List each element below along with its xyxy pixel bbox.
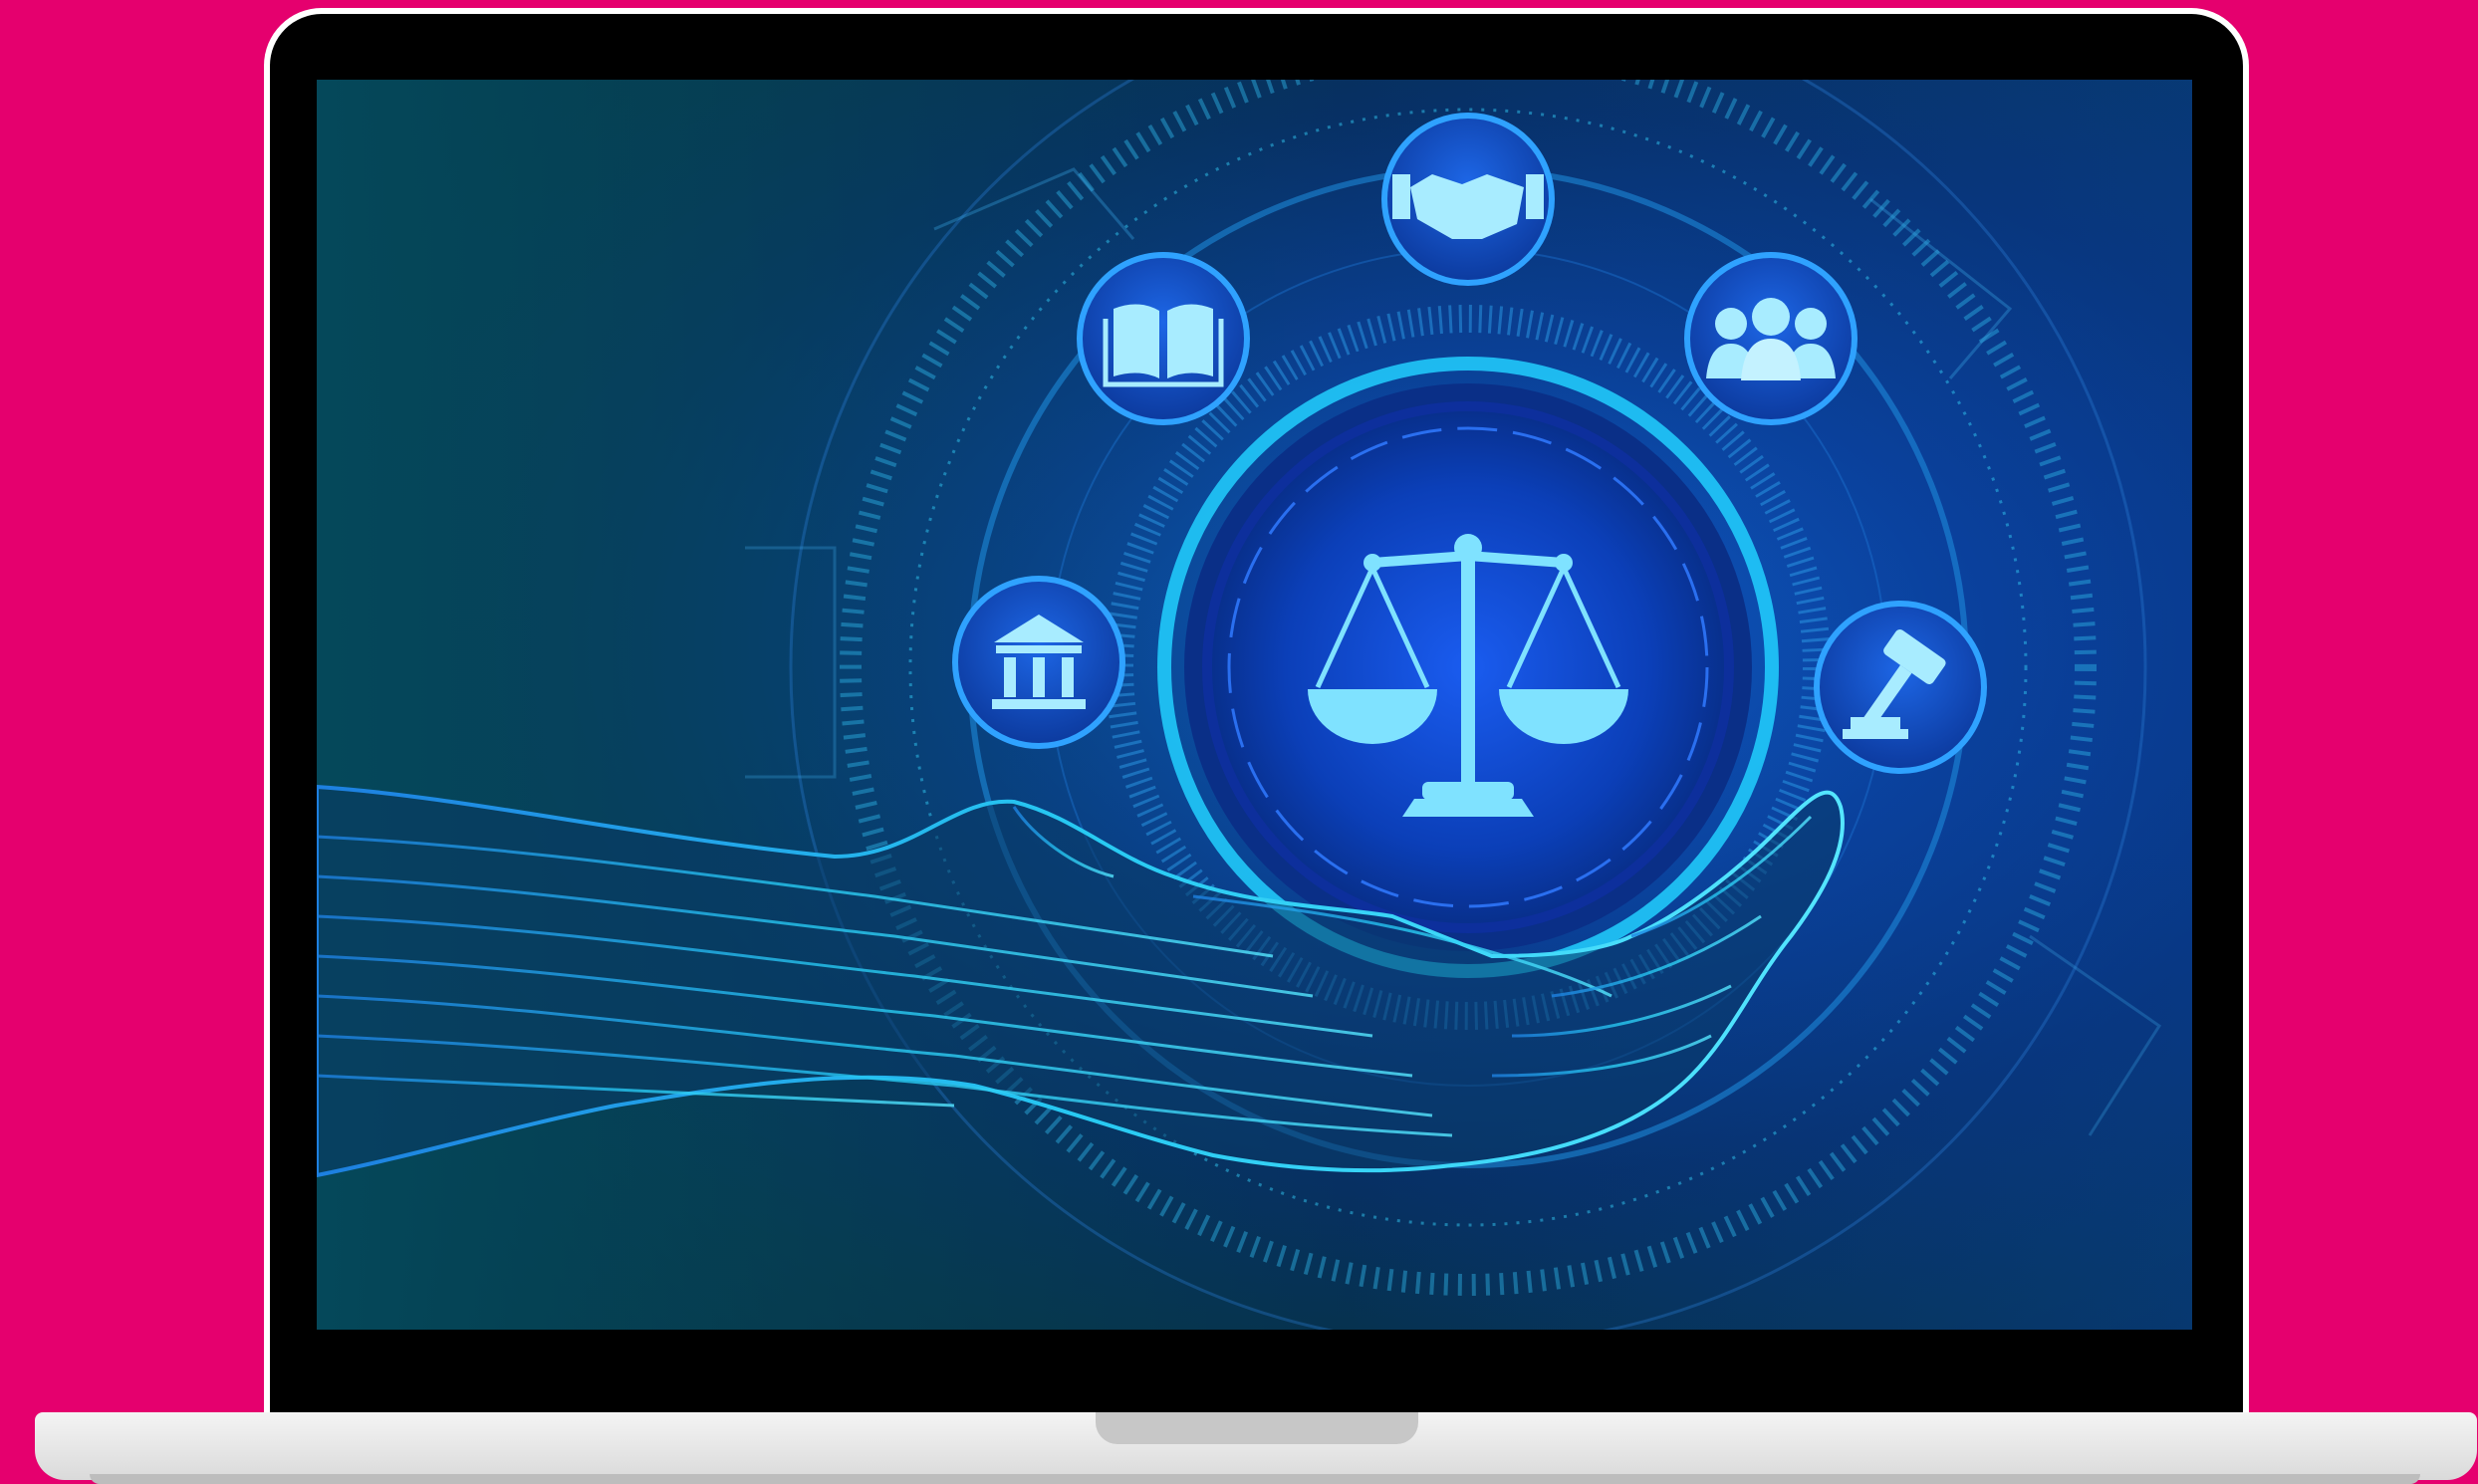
laptop-base-lip [90, 1474, 2420, 1484]
courthouse-icon [952, 576, 1125, 749]
gavel-icon [1814, 601, 1987, 774]
handshake-icon [1381, 113, 1555, 286]
laptop-screen [317, 80, 2192, 1330]
open-book-icon [1077, 252, 1250, 425]
people-group-icon [1684, 252, 1858, 425]
laptop-trackpad-notch [1096, 1412, 1418, 1444]
scene [0, 0, 2478, 1484]
screen-artwork [317, 80, 2162, 1330]
